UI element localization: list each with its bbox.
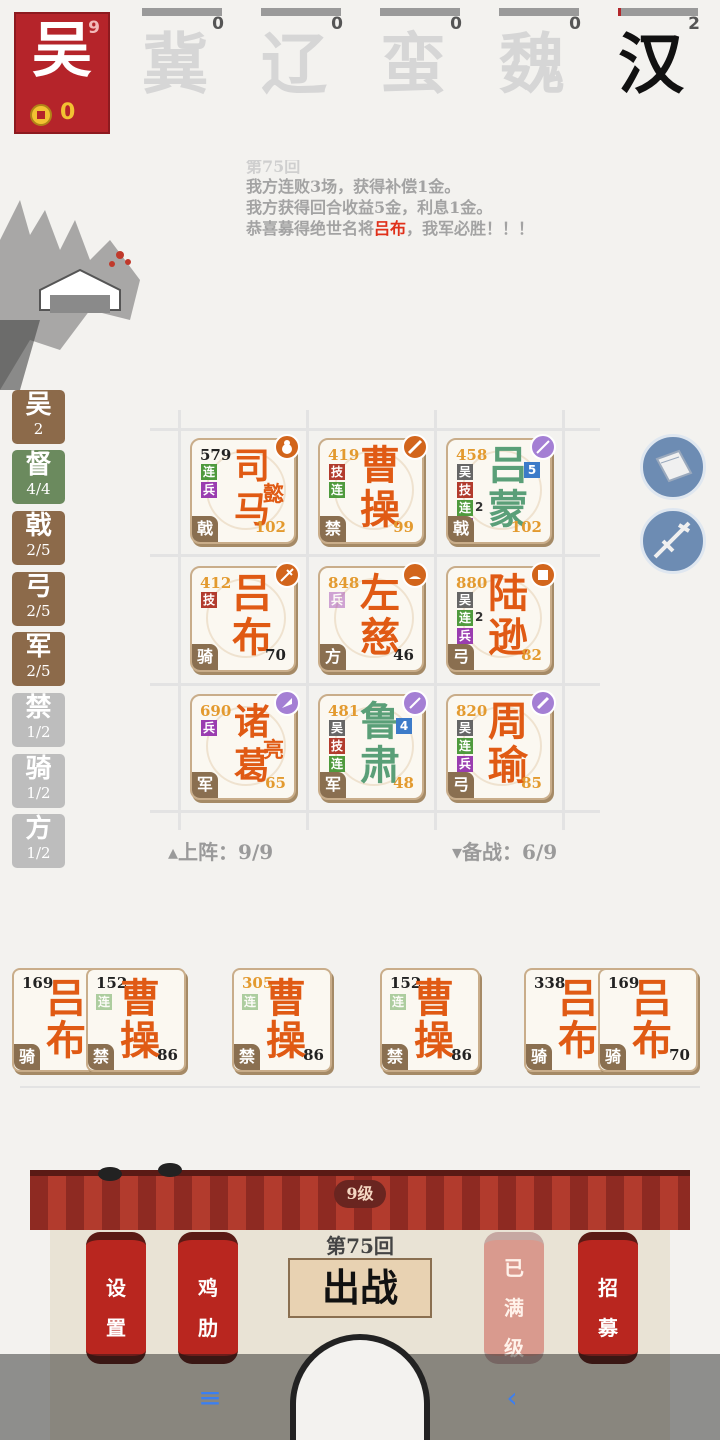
bench-card-caocao[interactable]: 305 连 曹操 86 禁 [232,968,332,1072]
bench-card-caocao[interactable]: 152 连 曹操 86 禁 [380,968,480,1072]
troop-type: 军 [192,772,218,798]
level-badge: 9级 [334,1180,386,1208]
book-button[interactable] [640,434,706,500]
grid-line [150,554,600,557]
bench-card-caocao[interactable]: 152 连 曹操 86 禁 [86,968,186,1072]
hero-card-zhugeliang[interactable]: 690 兵 诸葛 亮 65 军 [190,690,300,800]
grid-line [562,410,565,830]
troop-type: 军 [320,772,346,798]
troop-type: 骑 [192,644,218,670]
log-line: 我方连败3场，获得补偿1金。 [246,177,461,196]
grid-line [20,1086,700,1088]
faction-bar [618,8,698,16]
faction-name: 汉 [618,25,684,103]
faction-liao[interactable]: 0 辽 [239,0,349,136]
hero-card-simayi[interactable]: 579 连兵 司马 懿 102 戟 [190,434,300,544]
hero-card-lvbu[interactable]: 412 技 吕布 70 骑 [190,562,300,672]
book-icon [655,449,693,483]
max-level-button[interactable]: 已满级 [484,1232,544,1364]
grid-line [150,810,600,813]
grid-line [434,410,437,830]
faction-wu[interactable]: 9 吴 0 [14,12,110,134]
faction-name: 辽 [261,25,327,103]
recruit-button[interactable]: 招募 [578,1232,638,1364]
log-line: 第75回 [246,160,301,176]
star-count: 4 [396,718,412,734]
hero-card-lusu[interactable]: 481 吴技连 鲁肃 4 48 军 [318,690,428,800]
faction-bar [142,8,222,16]
menu-icon[interactable]: ≡ [190,1378,230,1418]
hero-card-luxun[interactable]: 880 吴连兵 2 陆逊 82 弓 [446,562,556,672]
reserve-count: ▾备战：6/9 [452,840,558,864]
gourd-icon [274,434,300,460]
troop-type: 禁 [320,516,346,542]
troop-tag-gong[interactable]: 弓 2/5 [12,572,65,626]
faction-bar [499,8,579,16]
troop-tag-jun[interactable]: 军 2/5 [12,632,65,686]
settings-button[interactable]: 设置 [86,1232,146,1364]
grid-line [306,410,309,830]
scroll-icon [530,562,556,588]
fan-icon [402,562,428,588]
grid-line [150,428,600,431]
hero-card-zhouyu[interactable]: 820 吴连兵 周瑜 85 弓 [446,690,556,800]
bench-card-lvbu[interactable]: 169 吕布 70 骑 [598,968,698,1072]
halberd-icon [653,521,691,559]
troop-tag-wu[interactable]: 吴2 [12,390,65,444]
faction-name: 蛮 [380,25,446,103]
troop-type: 方 [320,644,346,670]
faction-name: 冀 [142,25,208,103]
brush-icon [402,690,428,716]
faction-bar [380,8,460,16]
faction-name: 吴 [32,16,92,86]
hero-card-caocao[interactable]: 419 技连 曹操 99 禁 [318,434,428,544]
hero-card-lvmeng[interactable]: 458 吴技连兵 2 吕蒙 5 102 戟 [446,434,556,544]
faction-han[interactable]: 2 汉 [596,0,706,136]
troop-tag-qi[interactable]: 骑 1/2 [12,754,65,808]
weapon-button[interactable] [640,508,706,574]
round-label: 第75回 [326,1234,394,1258]
troop-tag-du[interactable]: 督 4/4 [12,450,65,504]
grid-line [178,410,181,830]
sword-icon [402,434,428,460]
troop-tag-fang[interactable]: 方 1/2 [12,814,65,868]
chicken-rib-button[interactable]: 鸡肋 [178,1232,238,1364]
grid-line [150,683,600,686]
troop-type: 戟 [448,516,474,542]
coin-icon [30,104,52,126]
battle-log: 第75回 我方连败3场，获得补偿1金。 我方获得回合收益5金，利息1金。 恭喜募… [246,160,534,239]
back-icon[interactable]: ‹ [492,1378,532,1418]
halberd-icon [274,562,300,588]
snow-landscape-illustration [0,200,140,390]
faction-man[interactable]: 0 蛮 [358,0,468,136]
hero-card-zuoci[interactable]: 848 兵 左慈 46 方 [318,562,428,672]
star-count: 5 [524,462,540,478]
magpie-icon [98,1163,182,1181]
troop-tag-jin[interactable]: 禁 1/2 [12,693,65,747]
feather-fan-icon [274,690,300,716]
fight-button[interactable]: 出战 [288,1258,432,1318]
troop-type: 弓 [448,644,474,670]
highlight-hero: 吕布 [374,219,407,238]
faction-bar [261,8,341,16]
troop-type: 弓 [448,772,474,798]
faction-name: 魏 [499,25,565,103]
troop-tag-ji[interactable]: 戟 2/5 [12,511,65,565]
log-line: 我方获得回合收益5金，利息1金。 [246,198,493,217]
spear-icon [530,434,556,460]
log-line: 恭喜募得绝世名将吕布，我军必胜！！！ [246,219,535,238]
troop-type: 戟 [192,516,218,542]
on-field-count: ▴上阵：9/9 [168,840,274,864]
gold-amount: 0 [60,100,76,125]
faction-wei[interactable]: 0 魏 [477,0,587,136]
faction-ji[interactable]: 0 冀 [120,0,230,136]
flute-icon [530,690,556,716]
